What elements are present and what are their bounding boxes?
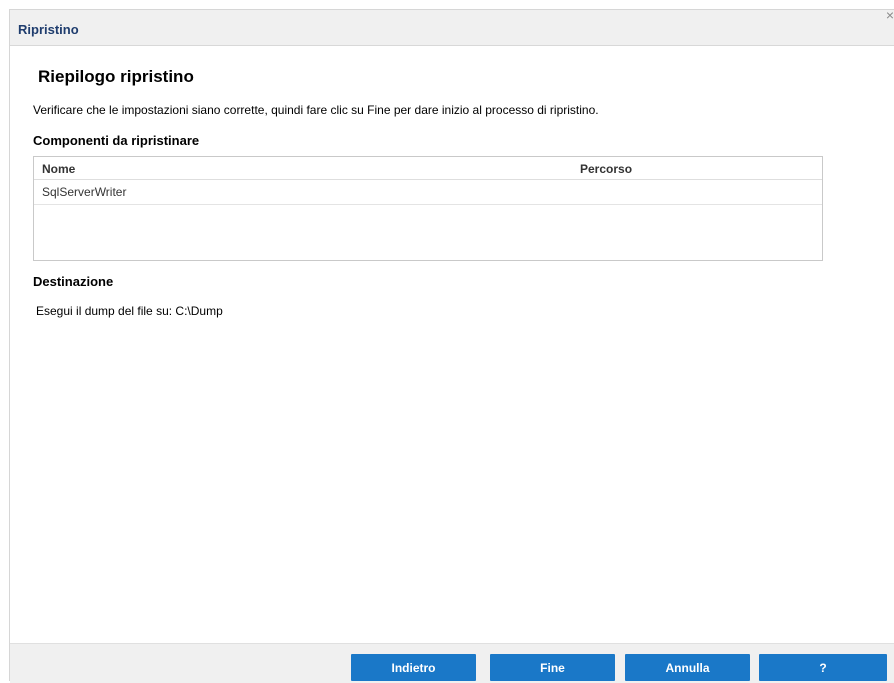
components-table: Nome Percorso SqlServerWriter — [33, 156, 823, 261]
close-icon[interactable]: × — [886, 8, 894, 22]
table-row[interactable]: SqlServerWriter — [34, 180, 822, 205]
destination-text: Esegui il dump del file su: C:\Dump — [36, 304, 223, 318]
restore-dialog: Ripristino × Riepilogo ripristino Verifi… — [9, 8, 894, 683]
finish-button[interactable]: Fine — [490, 654, 615, 681]
back-button[interactable]: Indietro — [351, 654, 476, 681]
instructions-text: Verificare che le impostazioni siano cor… — [33, 103, 599, 117]
column-header-path[interactable]: Percorso — [580, 162, 632, 176]
dialog-title: Ripristino — [18, 22, 79, 37]
page-title: Riepilogo ripristino — [38, 67, 194, 86]
column-header-name[interactable]: Nome — [42, 162, 75, 176]
components-label: Componenti da ripristinare — [33, 133, 200, 148]
destination-label: Destinazione — [33, 274, 114, 289]
cancel-button[interactable]: Annulla — [625, 654, 750, 681]
table-header: Nome Percorso — [34, 157, 822, 180]
cell-name: SqlServerWriter — [42, 185, 127, 199]
help-button[interactable]: ? — [759, 654, 887, 681]
dialog-titlebar: Ripristino — [10, 10, 894, 46]
dialog-footer: Indietro Fine Annulla ? — [10, 643, 894, 683]
